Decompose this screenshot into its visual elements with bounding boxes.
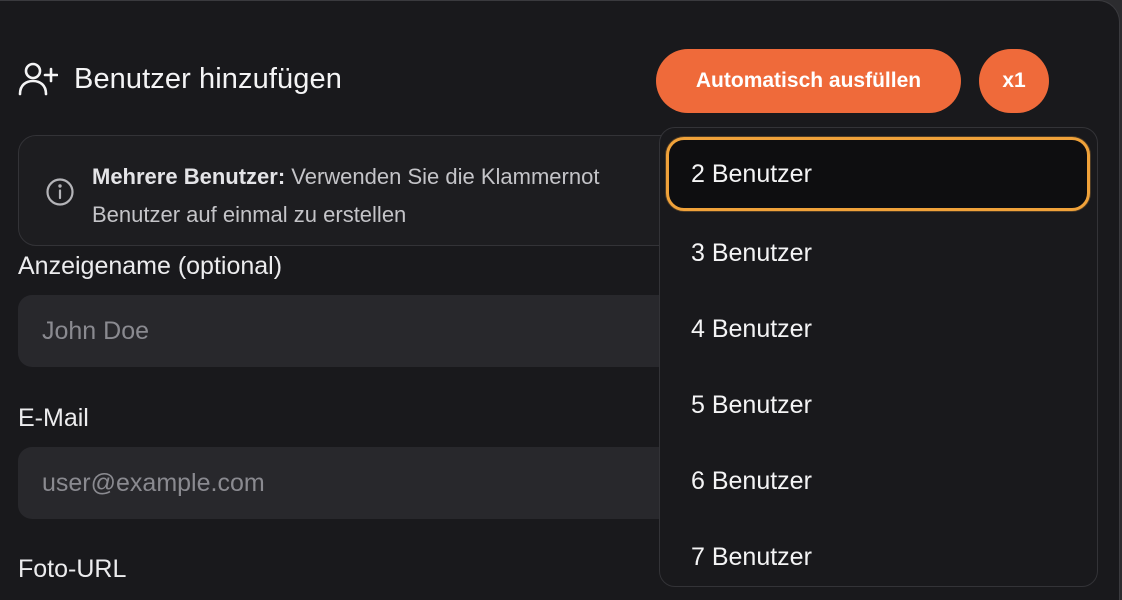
display-name-input[interactable] <box>18 295 738 367</box>
info-text: Mehrere Benutzer: Verwenden Sie die Klam… <box>92 158 752 234</box>
display-name-label: Anzeigename (optional) <box>18 252 283 280</box>
info-text-line1: Verwenden Sie die Klammernot <box>285 164 600 189</box>
info-icon <box>45 177 75 212</box>
dropdown-option-4[interactable]: 4 Benutzer <box>666 292 1090 366</box>
add-user-dialog: Benutzer hinzufügen Automatisch ausfülle… <box>0 0 1120 600</box>
dropdown-option-6[interactable]: 6 Benutzer <box>666 444 1090 518</box>
dropdown-option-2[interactable]: 2 Benutzer <box>666 137 1090 211</box>
user-count-button[interactable]: x1 <box>979 49 1049 113</box>
user-count-dropdown: 2 Benutzer 3 Benutzer 4 Benutzer 5 Benut… <box>659 127 1098 587</box>
info-text-line2: Benutzer auf einmal zu erstellen <box>92 202 407 227</box>
user-plus-icon <box>18 61 58 97</box>
autofill-button[interactable]: Automatisch ausfüllen <box>656 49 961 113</box>
dropdown-option-7[interactable]: 7 Benutzer <box>666 520 1090 586</box>
photo-url-label: Foto-URL <box>18 555 127 583</box>
info-bold: Mehrere Benutzer: <box>92 164 286 189</box>
page-title: Benutzer hinzufügen <box>74 62 342 95</box>
dropdown-option-5[interactable]: 5 Benutzer <box>666 368 1090 442</box>
email-label: E-Mail <box>18 404 89 432</box>
dialog-header: Benutzer hinzufügen <box>18 61 342 97</box>
dropdown-option-3[interactable]: 3 Benutzer <box>666 216 1090 290</box>
email-input[interactable] <box>18 447 738 519</box>
